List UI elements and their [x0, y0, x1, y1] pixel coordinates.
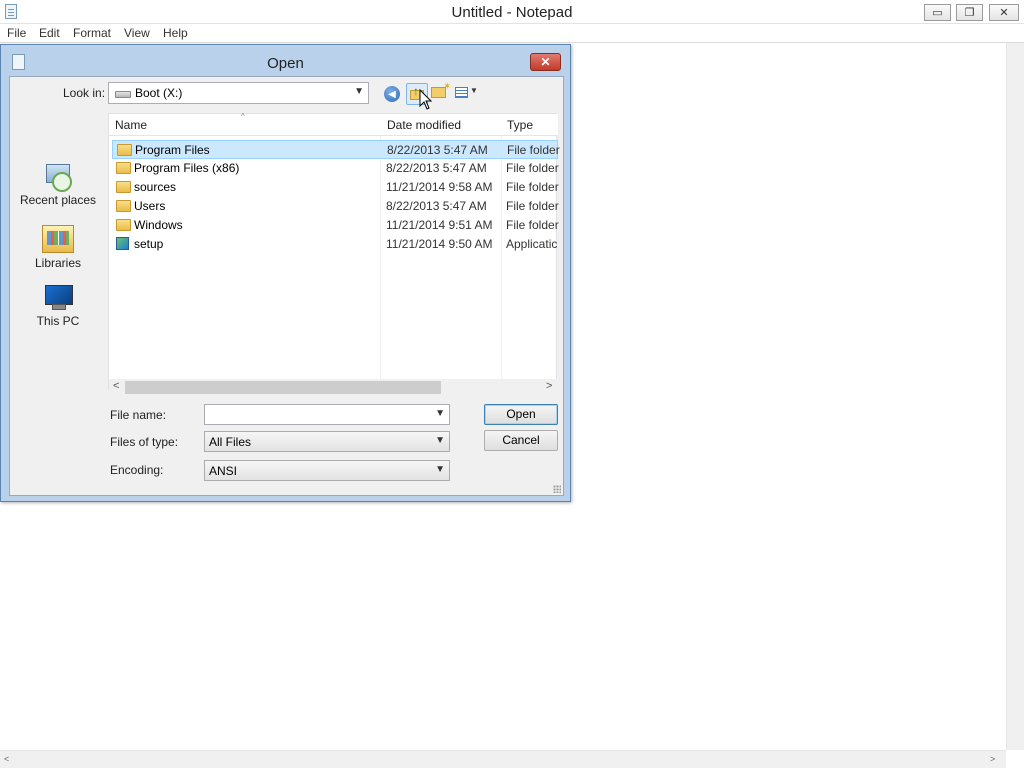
folder-icon: [116, 162, 131, 174]
chevron-down-icon[interactable]: ▼: [435, 435, 445, 446]
list-item[interactable]: Windows 11/21/2014 9:51 AM File folder: [112, 216, 559, 235]
vertical-scrollbar[interactable]: [1006, 43, 1024, 750]
menu-bar: File Edit Format View Help: [0, 24, 1024, 43]
window-title: Untitled - Notepad: [451, 4, 573, 21]
cancel-button[interactable]: Cancel: [484, 430, 558, 451]
dialog-close-button[interactable]: ✕: [530, 53, 561, 71]
file-name-field[interactable]: ▼: [204, 404, 450, 425]
minimize-button[interactable]: ▭: [924, 4, 951, 21]
notepad-titlebar: Untitled - Notepad ▭ ❐ ✕: [0, 0, 1024, 24]
files-of-type-label: Files of type:: [110, 435, 179, 449]
folder-icon: [117, 144, 132, 156]
horizontal-scrollbar[interactable]: < >: [0, 750, 1006, 768]
column-header-name[interactable]: Name: [115, 118, 147, 132]
files-of-type-select[interactable]: All Files ▼: [204, 431, 450, 452]
restore-button[interactable]: ❐: [956, 4, 983, 21]
open-dialog: Open ✕ Look in: Boot (X:) ▼ ◀ ↑ ▼ Recent…: [0, 44, 571, 502]
look-in-label: Look in:: [63, 86, 106, 100]
menu-format[interactable]: Format: [73, 26, 111, 40]
scroll-left-icon[interactable]: <: [4, 754, 9, 764]
new-folder-icon[interactable]: [431, 81, 451, 98]
drive-icon: [115, 91, 131, 98]
views-menu-icon[interactable]: [455, 87, 468, 98]
file-name-label: File name:: [110, 408, 167, 422]
menu-edit[interactable]: Edit: [39, 26, 60, 40]
file-list-hscrollbar[interactable]: < >: [109, 379, 558, 396]
mouse-cursor-icon: [419, 89, 433, 110]
back-arrow-icon[interactable]: ◀: [384, 86, 400, 102]
list-item[interactable]: Program Files 8/22/2013 5:47 AM File fol…: [112, 140, 560, 159]
look-in-value: Boot (X:): [135, 86, 183, 100]
encoding-select[interactable]: ANSI ▼: [204, 460, 450, 481]
list-item[interactable]: Users 8/22/2013 5:47 AM File folder: [112, 197, 559, 216]
chevron-down-icon[interactable]: ▼: [354, 86, 364, 97]
this-pc-icon: [42, 285, 74, 311]
folder-icon: [116, 219, 131, 231]
place-this-pc[interactable]: This PC: [18, 285, 98, 328]
column-header-type[interactable]: Type: [507, 118, 533, 132]
folder-icon: [116, 200, 131, 212]
encoding-label: Encoding:: [110, 463, 164, 477]
column-header-date[interactable]: Date modified: [387, 118, 461, 132]
sort-ascending-icon: ^: [241, 112, 245, 121]
menu-file[interactable]: File: [7, 26, 26, 40]
chevron-down-icon[interactable]: ▼: [435, 464, 445, 475]
views-dropdown-icon[interactable]: ▼: [470, 86, 478, 95]
place-recent-places[interactable]: Recent places: [18, 162, 98, 207]
dialog-body: Look in: Boot (X:) ▼ ◀ ↑ ▼ Recent places…: [9, 76, 564, 496]
file-list-header: Name ^ Date modified Type: [109, 112, 558, 136]
file-list[interactable]: Name ^ Date modified Type Program Files …: [108, 112, 560, 396]
close-window-button[interactable]: ✕: [989, 4, 1019, 21]
open-button[interactable]: Open: [484, 404, 558, 425]
list-item[interactable]: Program Files (x86) 8/22/2013 5:47 AM Fi…: [112, 159, 559, 178]
scroll-right-icon[interactable]: >: [990, 754, 995, 764]
application-icon: [116, 237, 129, 250]
scroll-left-icon[interactable]: <: [113, 380, 119, 392]
recent-places-icon: [43, 162, 73, 192]
list-item[interactable]: setup 11/21/2014 9:50 AM Applicatic: [112, 235, 558, 254]
list-item[interactable]: sources 11/21/2014 9:58 AM File folder: [112, 178, 559, 197]
place-libraries[interactable]: Libraries: [18, 225, 98, 270]
folder-icon: [116, 181, 131, 193]
chevron-down-icon[interactable]: ▼: [435, 408, 445, 419]
libraries-icon: [42, 225, 74, 253]
resize-grip-icon[interactable]: [553, 485, 561, 493]
scroll-right-icon[interactable]: >: [546, 380, 552, 392]
menu-help[interactable]: Help: [163, 26, 188, 40]
scroll-thumb[interactable]: [125, 381, 441, 394]
dialog-title: Open: [267, 55, 304, 72]
menu-view[interactable]: View: [124, 26, 150, 40]
look-in-combo[interactable]: Boot (X:) ▼: [108, 82, 369, 104]
